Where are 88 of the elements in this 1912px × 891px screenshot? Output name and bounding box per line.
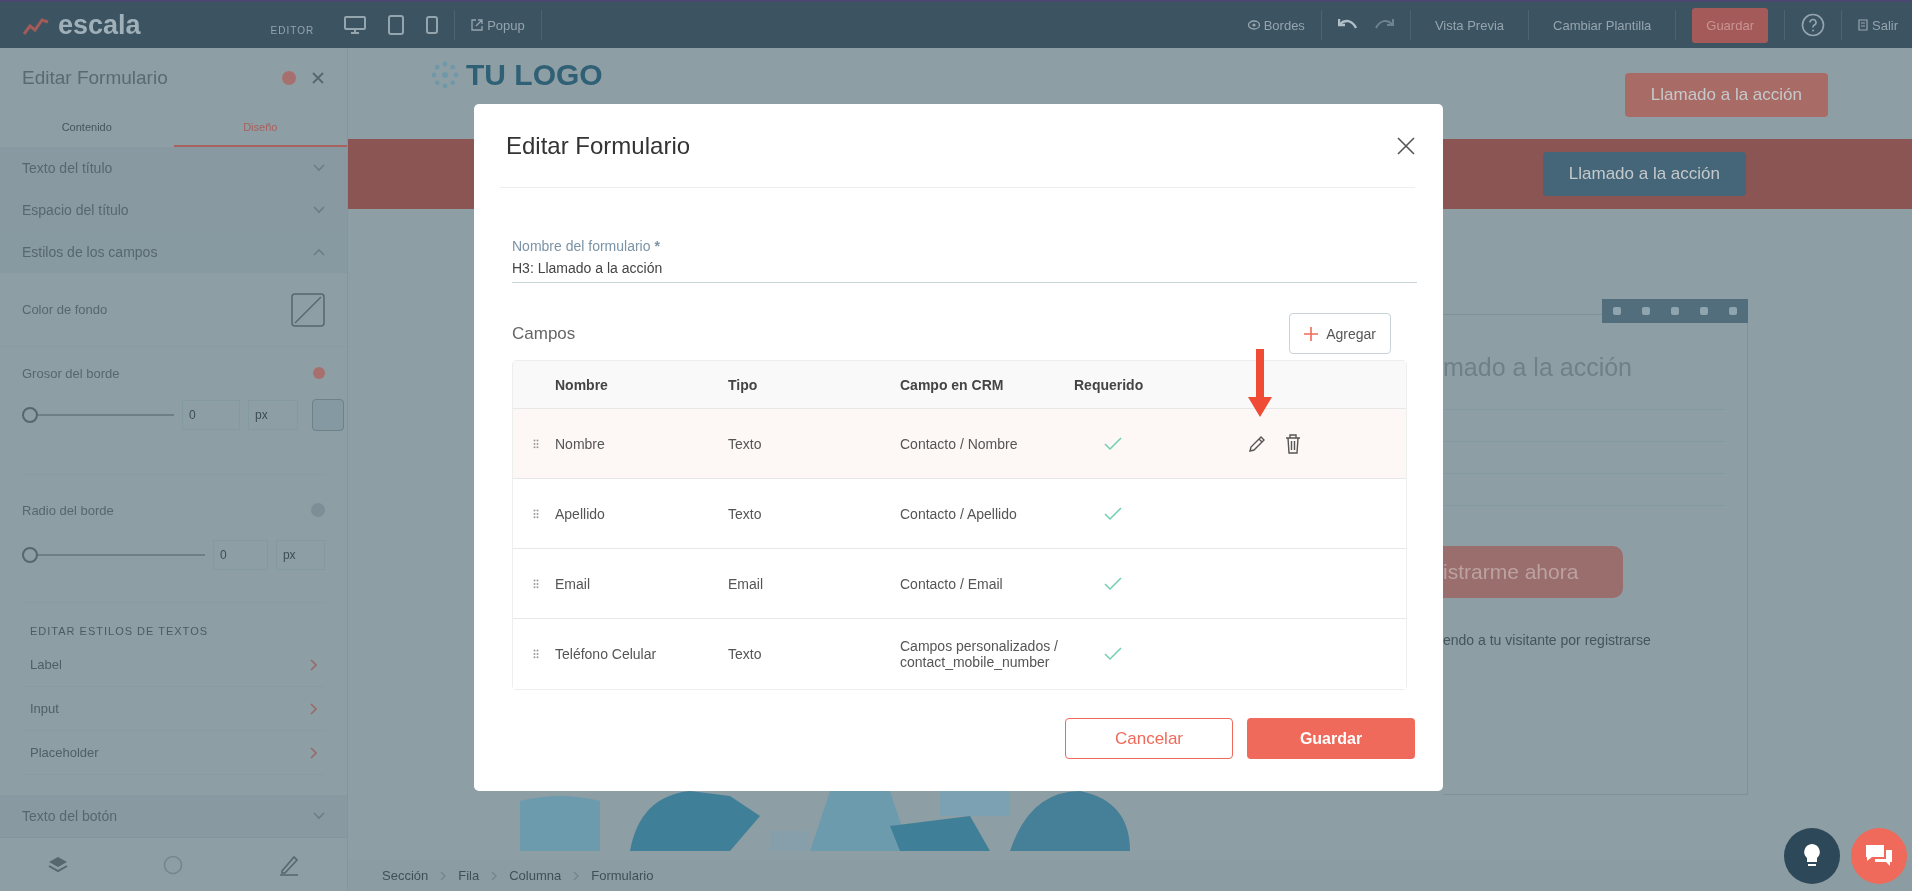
- section-heading: EDITAR ESTILOS DE TEXTOS: [29, 624, 210, 639]
- chevron-right-icon: [310, 702, 317, 715]
- annotation-arrow: [1248, 349, 1272, 417]
- tool-icon[interactable]: [1728, 306, 1739, 316]
- breadcrumb-item[interactable]: Fila: [458, 868, 480, 883]
- close-icon[interactable]: [1397, 136, 1415, 155]
- tool-icon[interactable]: [1699, 306, 1710, 316]
- cta-button[interactable]: Llamado a la acción: [1624, 73, 1828, 117]
- borders-button[interactable]: Bordes: [1247, 17, 1305, 33]
- table-cell-text: Nombre: [555, 435, 606, 452]
- text-style-link[interactable]: Placeholder: [22, 731, 325, 775]
- layers-icon[interactable]: [47, 855, 68, 874]
- drag-handle-icon[interactable]: [533, 438, 539, 449]
- chevron-up-icon: [313, 248, 325, 256]
- panel-tab[interactable]: Contenido: [0, 108, 174, 147]
- setting-label: Color de fondo: [22, 302, 108, 317]
- form-note: endo a tu visitante por registrarse: [1443, 632, 1652, 648]
- chevron-down-icon: [313, 164, 325, 172]
- table-cell-text: Campos personalizados / contact_mobile_number: [900, 638, 1059, 670]
- tablet-icon[interactable]: [388, 15, 405, 35]
- chat-button[interactable]: [1851, 828, 1907, 884]
- chevron-right-icon: [310, 658, 317, 671]
- text-style-link[interactable]: Label: [22, 643, 325, 687]
- plus-icon: [1304, 326, 1319, 341]
- change-template-button[interactable]: Cambiar Plantilla: [1553, 17, 1652, 33]
- setting-label: Grosor del borde: [22, 365, 120, 381]
- external-link-icon: [471, 19, 484, 31]
- eye-icon: [1247, 20, 1260, 30]
- section-title: Campos: [512, 323, 576, 344]
- add-button[interactable]: Agregar: [1289, 313, 1391, 354]
- tool-icon[interactable]: [1611, 306, 1622, 316]
- color-swatch[interactable]: [312, 399, 344, 431]
- breadcrumb-item[interactable]: Columna: [509, 868, 562, 883]
- mode-label: EDITOR: [270, 24, 315, 36]
- lightbulb-icon: [1802, 843, 1822, 869]
- save-button[interactable]: Guardar: [1692, 7, 1768, 43]
- mobile-icon[interactable]: [426, 16, 439, 34]
- slider-thumb[interactable]: [22, 407, 38, 423]
- drag-handle-icon[interactable]: [533, 578, 539, 589]
- table-cell-text: Contacto / Apellido: [900, 505, 1018, 522]
- table-cell-text: Email: [555, 575, 591, 592]
- table-cell-text: Email: [728, 575, 764, 592]
- breadcrumb-item[interactable]: Sección: [382, 868, 429, 883]
- drag-handle-icon[interactable]: [533, 649, 539, 659]
- text-style-link[interactable]: Input: [22, 687, 325, 731]
- table-cell-text: Texto: [728, 505, 763, 522]
- form-name-field[interactable]: H3: Llamado a la acción: [512, 260, 1417, 283]
- exit-icon: [1858, 19, 1868, 31]
- field-label: Nombre del formulario *: [512, 238, 661, 254]
- popup-button[interactable]: Popup: [471, 17, 525, 33]
- exit-button[interactable]: Salir: [1858, 17, 1898, 33]
- pen-icon[interactable]: [277, 853, 300, 876]
- setting-label: Radio del borde: [22, 502, 114, 518]
- save-button[interactable]: Guardar: [1247, 718, 1415, 759]
- table-cell-text: Contacto / Email: [900, 575, 1004, 592]
- site-logo: TU LOGO: [430, 58, 603, 92]
- number-field[interactable]: 0: [213, 540, 268, 570]
- unit-select[interactable]: px: [248, 400, 298, 430]
- table-cell-text: Texto: [728, 435, 763, 452]
- breadcrumb-item[interactable]: Formulario: [591, 868, 654, 883]
- slider-thumb[interactable]: [22, 547, 38, 563]
- column-header: Nombre: [555, 376, 609, 393]
- unit-select[interactable]: px: [275, 540, 325, 570]
- cancel-button[interactable]: Cancelar: [1065, 718, 1233, 759]
- trash-icon[interactable]: [1285, 433, 1301, 454]
- table-cell-text: Teléfono Celular: [555, 646, 658, 662]
- tool-icon[interactable]: [1640, 306, 1651, 316]
- logo-icon: [430, 60, 460, 90]
- table-cell-text: Texto: [728, 646, 763, 662]
- tool-icon[interactable]: [1669, 306, 1680, 316]
- table-cell-text: Contacto / Nombre: [900, 435, 1019, 452]
- tips-button[interactable]: [1784, 828, 1840, 884]
- column-header: Campo en CRM: [900, 376, 1005, 393]
- column-header: Tipo: [728, 376, 759, 393]
- number-field[interactable]: 0: [182, 400, 240, 430]
- table-row[interactable]: Nombre Texto Contacto / Nombre: [513, 409, 1406, 479]
- app-logo: escala: [58, 9, 141, 41]
- desktop-icon[interactable]: [344, 16, 367, 34]
- preview-button[interactable]: Vista Previa: [1434, 17, 1504, 33]
- column-header: Requerido: [1074, 376, 1145, 393]
- chevron-right-icon: [310, 746, 317, 759]
- drag-handle-icon[interactable]: [533, 508, 539, 519]
- chevron-down-icon: [313, 812, 325, 820]
- color-swatch[interactable]: [291, 292, 325, 327]
- cta-button[interactable]: Llamado a la acción: [1542, 152, 1746, 196]
- table-cell-text: Apellido: [555, 505, 606, 522]
- dialog-title: Editar Formulario: [506, 131, 691, 160]
- chevron-down-icon: [313, 206, 325, 214]
